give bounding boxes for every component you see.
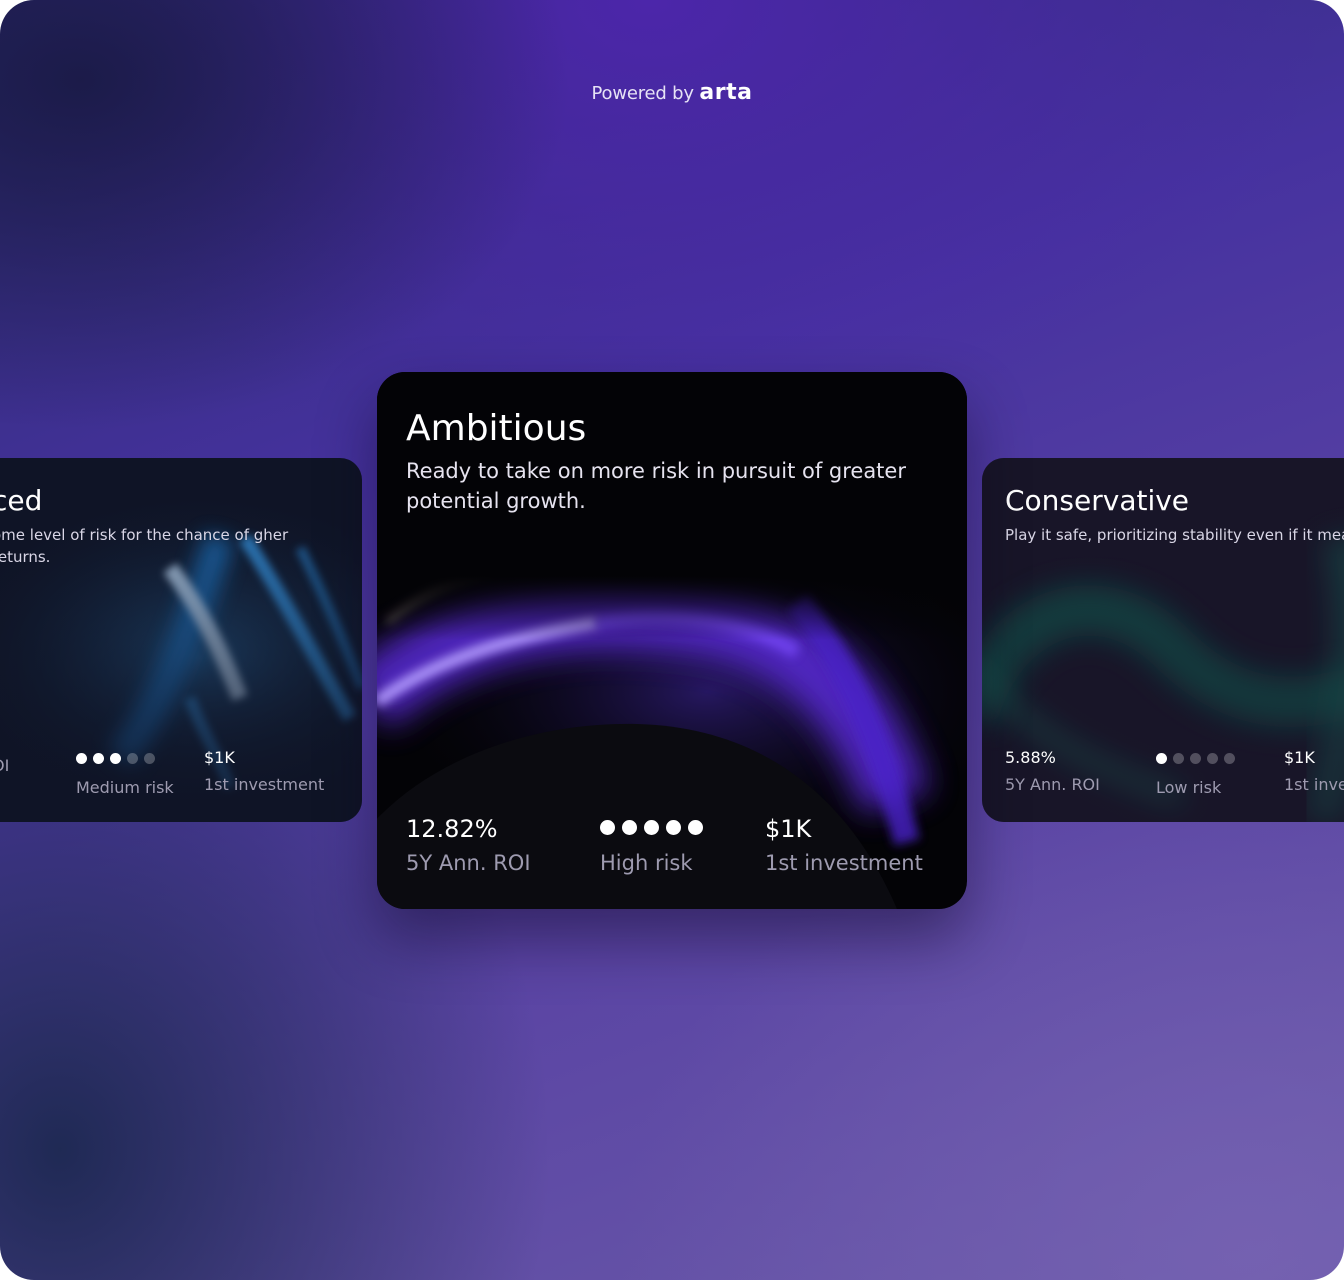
investment-label: 1st investment [765, 851, 923, 875]
investment-value: $1K [1284, 748, 1315, 767]
roi-label: 5Y Ann. ROI [406, 851, 531, 875]
risk-stat: High risk [600, 820, 703, 875]
roi-value: 12.82% [406, 815, 498, 843]
risk-dot-empty [1207, 753, 1218, 764]
risk-stat: Medium risk [76, 753, 174, 797]
investment-label: 1st investment [204, 775, 325, 794]
risk-label: High risk [600, 851, 693, 875]
risk-dot-filled [110, 753, 121, 764]
powered-by-label: Powered by arta [0, 80, 1344, 105]
investment-stat: $1K 1st inve [1284, 748, 1344, 794]
risk-dot-empty [127, 753, 138, 764]
investment-stat: $1K 1st investment [765, 815, 923, 875]
risk-dots [76, 753, 174, 764]
background-canvas: Powered by arta ed me level of risk for … [0, 0, 1344, 1280]
card-title: Conservative [1005, 484, 1190, 517]
card-description: Play it safe, prioritizing stability eve… [1005, 526, 1344, 544]
roi-stat: 12.82% 5Y Ann. ROI [406, 815, 531, 875]
risk-dot-empty [1190, 753, 1201, 764]
roi-stat: OI [0, 748, 9, 775]
investment-stat: $1K 1st investment [204, 748, 324, 794]
risk-dot-filled [688, 820, 703, 835]
portfolio-card-ambitious[interactable]: Ambitious Ready to take on more risk in … [377, 372, 967, 909]
risk-label: Low risk [1156, 778, 1222, 797]
powered-by-prefix: Powered by [591, 83, 695, 104]
risk-dot-empty [144, 753, 155, 764]
investment-value: $1K [765, 815, 812, 843]
risk-dot-filled [666, 820, 681, 835]
risk-dot-filled [76, 753, 87, 764]
risk-dot-filled [622, 820, 637, 835]
risk-dot-filled [644, 820, 659, 835]
risk-dots [600, 820, 703, 835]
arta-logo: arta [699, 80, 753, 105]
risk-label: Medium risk [76, 778, 174, 797]
roi-label: OI [0, 756, 10, 775]
risk-dot-empty [1224, 753, 1235, 764]
roi-value: 5.88% [1005, 748, 1056, 767]
risk-dot-filled [93, 753, 104, 764]
risk-dot-empty [1173, 753, 1184, 764]
investment-label: 1st inve [1284, 775, 1344, 794]
card-title: Ambitious [406, 408, 587, 449]
investment-value: $1K [204, 748, 235, 767]
risk-dot-filled [1156, 753, 1167, 764]
risk-dot-filled [600, 820, 615, 835]
risk-dots [1156, 753, 1235, 764]
card-description: ome level of risk for the chance of gher… [0, 526, 289, 566]
portfolio-card-conservative[interactable]: Conservative Play it safe, prioritizing … [982, 458, 1344, 822]
risk-stat: Low risk [1156, 753, 1235, 797]
card-description: Ready to take on more risk in pursuit of… [406, 459, 906, 513]
roi-stat: 5.88% 5Y Ann. ROI [1005, 748, 1100, 794]
roi-label: 5Y Ann. ROI [1005, 775, 1100, 794]
card-title: ced [0, 484, 43, 517]
portfolio-card-balanced[interactable]: ced ome level of risk for the chance of … [0, 458, 362, 822]
